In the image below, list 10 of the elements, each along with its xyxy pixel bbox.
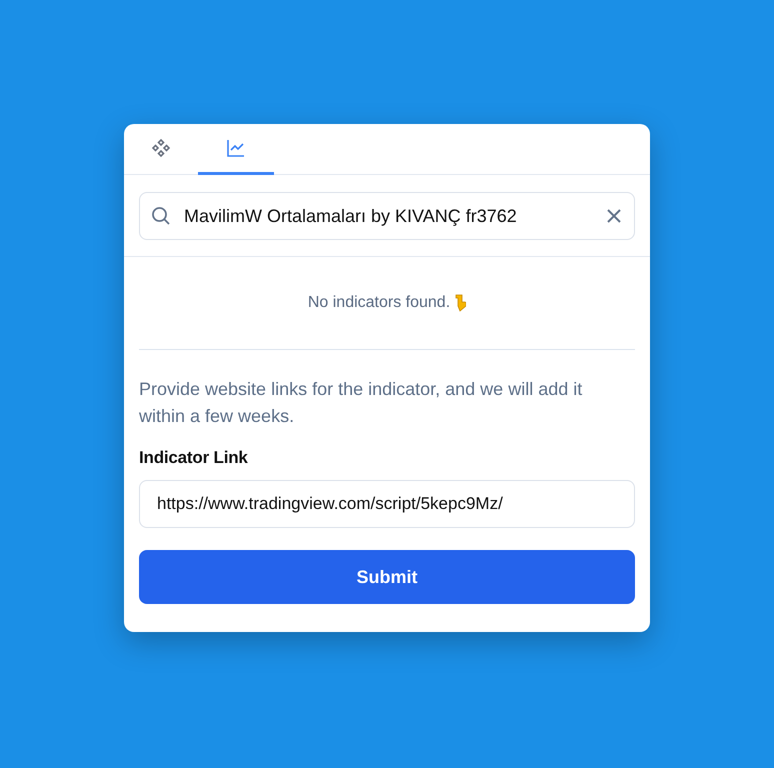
hint-text: Provide website links for the indicator, and we will add it within a few weeks. [139, 378, 584, 428]
close-icon [606, 208, 622, 224]
chart-icon [226, 138, 246, 158]
components-icon [151, 138, 171, 158]
search-field[interactable]: MavilimW Ortalamaları by KIVANÇ fr3762 [139, 192, 635, 240]
clear-button[interactable] [606, 208, 622, 224]
empty-message: No indicators found. [308, 294, 450, 312]
link-field[interactable]: https://www.tradingview.com/script/5kepc9Mz/ [139, 480, 635, 528]
field-label: Indicator Link [139, 448, 249, 468]
submit-button[interactable]: Submit [139, 550, 635, 604]
